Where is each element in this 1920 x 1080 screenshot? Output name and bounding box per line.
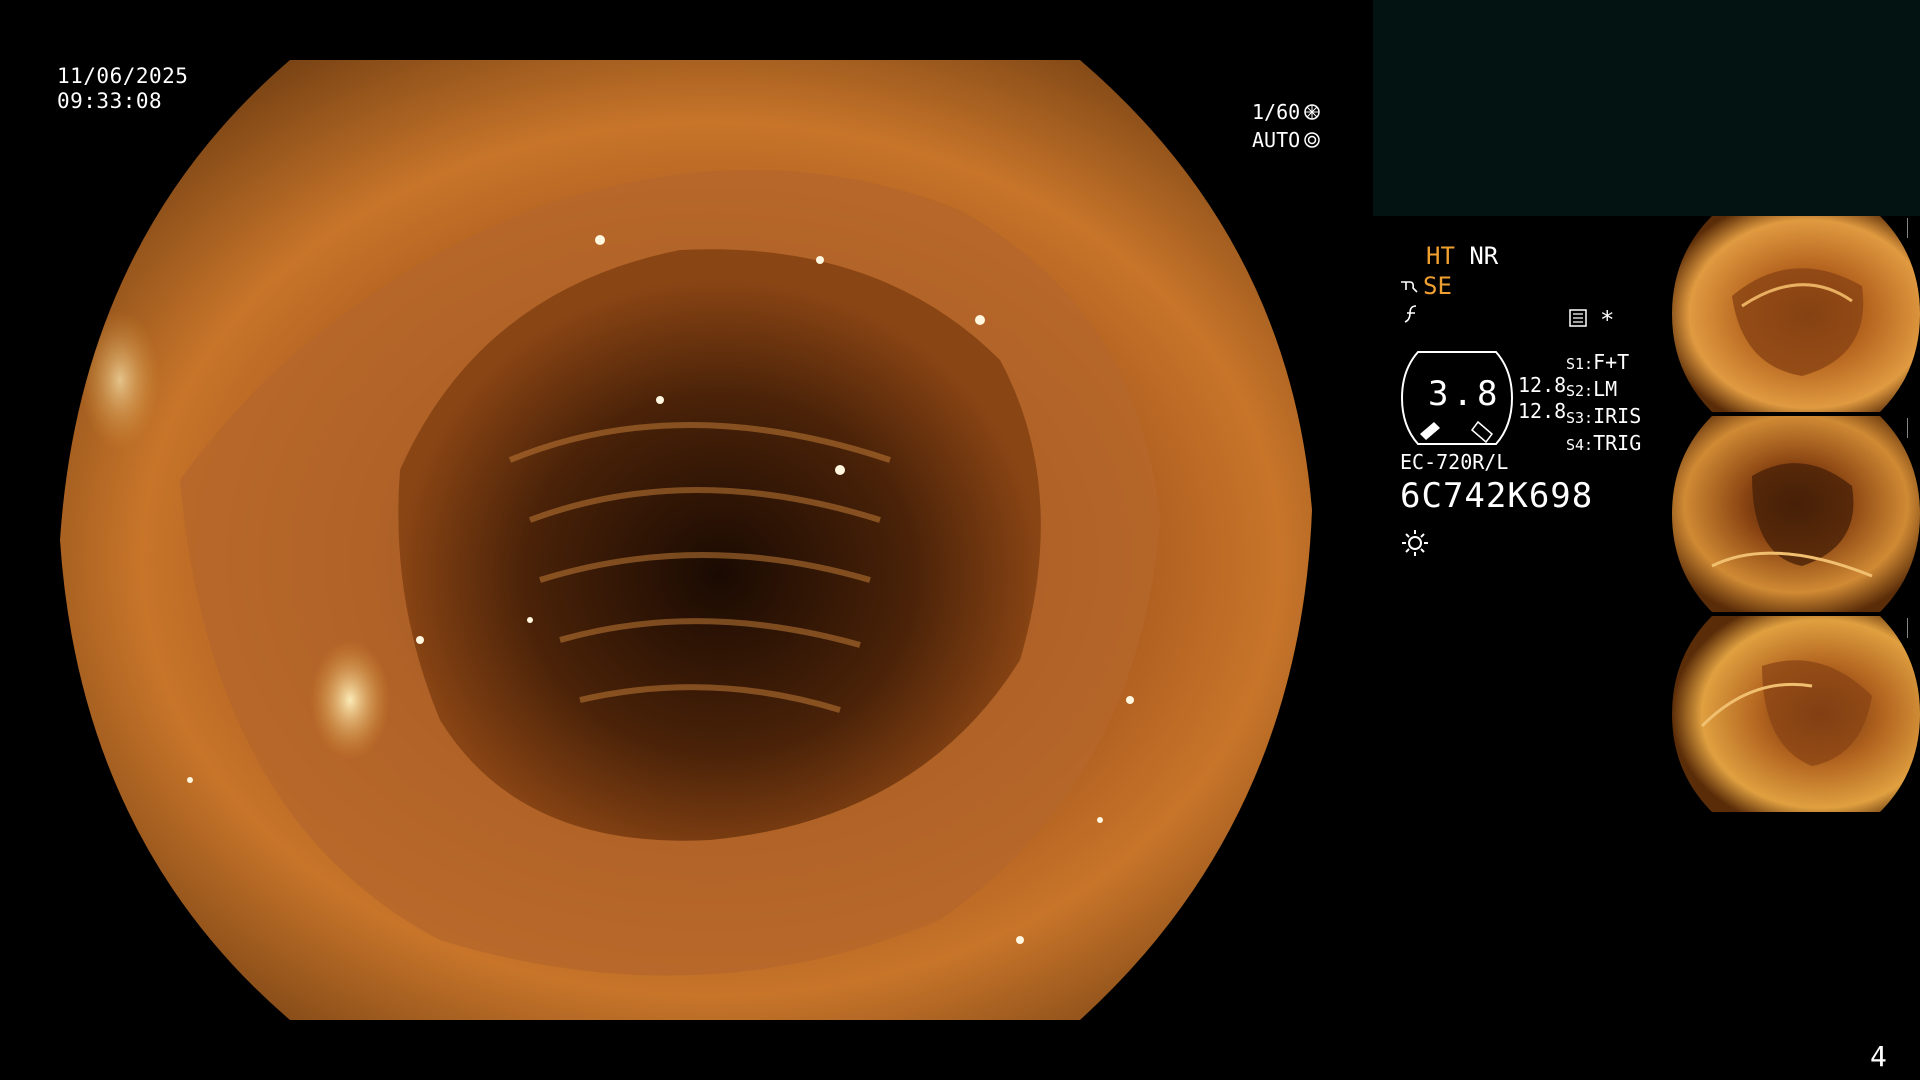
se-row: SE xyxy=(1400,272,1452,300)
scope-model: EC-720R/L xyxy=(1400,450,1509,474)
thumbnail-image xyxy=(1672,616,1920,812)
thumbnail-marker xyxy=(1907,218,1918,238)
switch-item: S4:TRIG xyxy=(1566,431,1642,455)
page-number: 4 xyxy=(1870,1040,1887,1073)
reserved-panel xyxy=(1373,0,1920,216)
switch-list: S1:F+T S2:LM S3:IRIS S4:TRIG xyxy=(1566,350,1641,458)
thumbnail-marker xyxy=(1907,618,1918,638)
se-label: SE xyxy=(1423,272,1452,300)
thumbnail-image xyxy=(1672,216,1920,412)
switch-item: S2:LM xyxy=(1566,377,1618,401)
endoscope-image xyxy=(60,60,1312,1020)
date-time-readout: 11/06/2025 09:33:08 xyxy=(57,64,188,114)
switch-item: S1:F+T xyxy=(1566,350,1630,374)
numeric-readouts: 12.8 12.8 xyxy=(1518,372,1566,424)
structure-enhance-icon xyxy=(1401,281,1418,293)
memo-icon xyxy=(1569,309,1587,327)
aperture-icon xyxy=(1304,104,1320,120)
light-source-icon xyxy=(1402,530,1428,556)
numeric-top: 12.8 xyxy=(1518,373,1567,397)
date-text: 11/06/2025 xyxy=(57,64,189,88)
thumbnail-marker xyxy=(1907,418,1918,438)
switch-item: S3:IRIS xyxy=(1566,404,1642,428)
thumbnail[interactable] xyxy=(1672,416,1920,612)
auto-exposure-icon xyxy=(1304,132,1320,148)
shutter-speed: 1/60 xyxy=(1252,100,1301,124)
numeric-bottom: 12.8 xyxy=(1518,399,1567,423)
gauge-value: 3.8 xyxy=(1428,374,1502,414)
freeze-row xyxy=(1402,304,1422,330)
time-text: 09:33:08 xyxy=(57,89,163,113)
thumbnail-image xyxy=(1672,416,1920,612)
thumbnail-strip xyxy=(1672,216,1920,816)
exposure-readout: 1/60 AUTO xyxy=(1252,98,1320,154)
nr-label: NR xyxy=(1469,242,1499,270)
star-marker: * xyxy=(1600,306,1615,334)
endoscope-main-view xyxy=(60,60,1312,1020)
freeze-icon xyxy=(1404,305,1417,323)
scope-serial: 6C742K698 xyxy=(1400,476,1594,516)
thumbnail[interactable] xyxy=(1672,616,1920,812)
thumbnail[interactable] xyxy=(1672,216,1920,412)
ht-label: HT xyxy=(1426,242,1455,270)
enhancement-row: HT NR xyxy=(1426,242,1498,270)
exposure-mode: AUTO xyxy=(1252,128,1301,152)
